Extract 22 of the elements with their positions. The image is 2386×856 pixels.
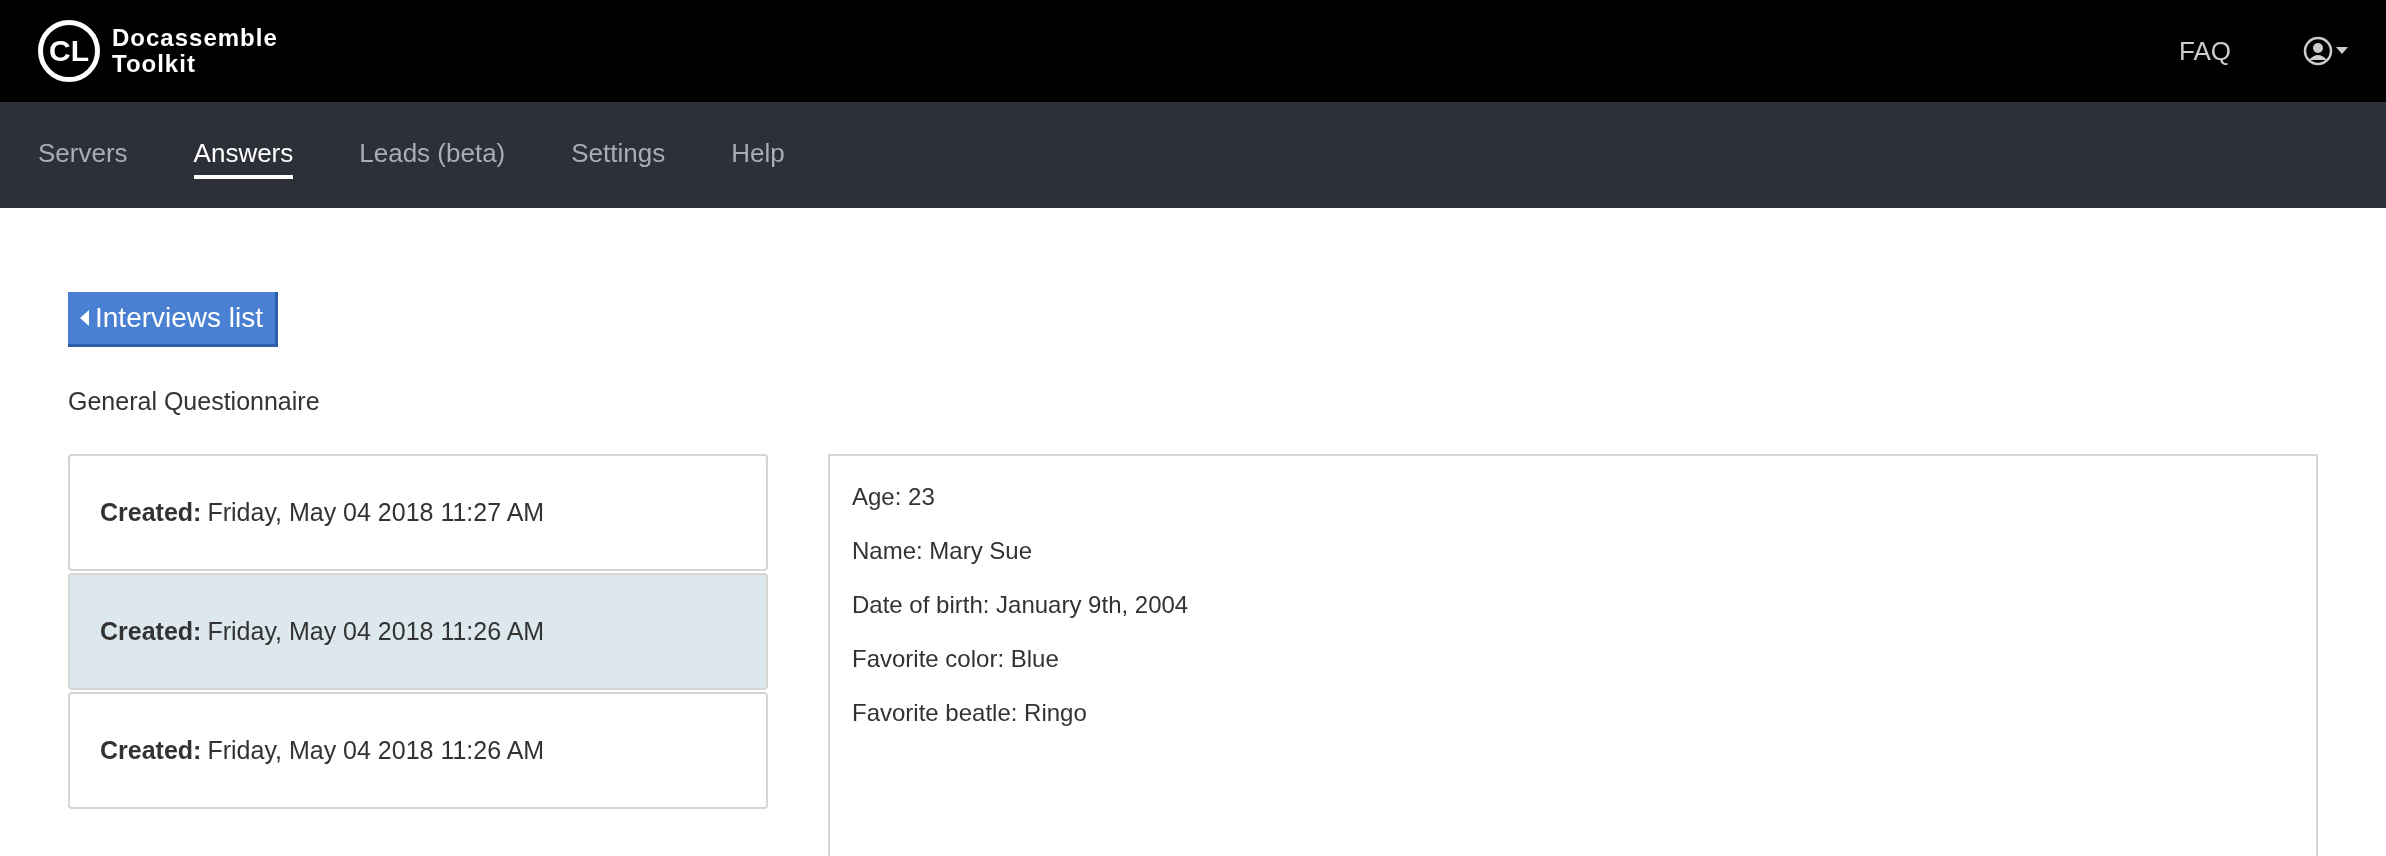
answer-text: Favorite beatle: Ringo <box>852 698 1088 728</box>
nav-tab[interactable]: Answers <box>193 131 294 179</box>
interview-title: General Questionnaire <box>68 387 321 416</box>
nav-tab[interactable]: Help <box>731 131 785 179</box>
session-item[interactable]: Created: Friday, May 04 2018 11:27 AM <box>68 454 768 571</box>
user-icon <box>2303 36 2333 66</box>
faq-link[interactable]: FAQ <box>2179 35 2231 67</box>
caret-icon <box>2336 47 2348 55</box>
session-item[interactable]: Created: Friday, May 04 2018 11:26 AM <box>68 573 768 690</box>
logo-icon: CL <box>38 20 100 82</box>
user-menu[interactable] <box>2303 36 2348 66</box>
caret-left-icon <box>80 310 89 326</box>
answer-text: Date of birth: January 9th, 2004 <box>852 590 1190 620</box>
answer-text: Age: 23 <box>852 482 936 512</box>
nav-tab[interactable]: Servers <box>38 131 128 179</box>
session-item[interactable]: Created: Friday, May 04 2018 11:26 AM <box>68 692 768 809</box>
answer-text: Favorite color: Blue <box>852 644 1060 674</box>
logo-text: Docassemble Toolkit <box>112 25 278 77</box>
interviews-list-button[interactable]: Interviews list <box>68 292 279 347</box>
nav-tab[interactable]: Settings <box>571 131 666 179</box>
answer-text: Name: Mary Sue <box>852 536 1034 566</box>
nav-tab[interactable]: Leads (beta) <box>359 131 506 179</box>
